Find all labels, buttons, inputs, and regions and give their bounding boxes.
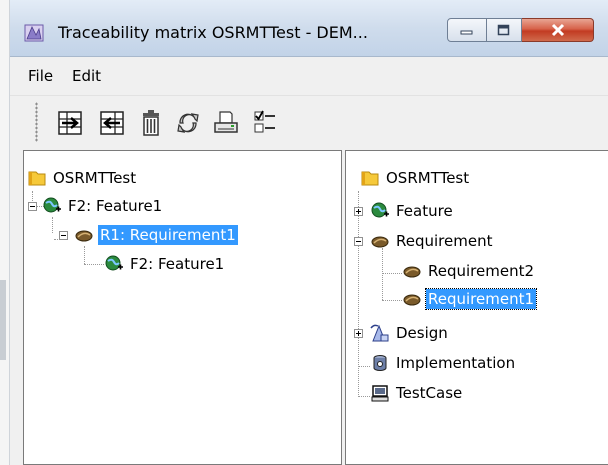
tree-connector	[84, 246, 85, 264]
collapse-toggle[interactable]	[28, 202, 37, 211]
refresh-icon	[177, 113, 199, 133]
tree-item-label: Requirement	[396, 232, 493, 250]
remove-trace-icon	[100, 111, 124, 135]
globe-plus-icon	[371, 202, 389, 218]
tree-item-design[interactable]: Design	[370, 322, 450, 344]
tree-connector	[358, 396, 370, 397]
window-controls	[447, 18, 594, 44]
delete-button[interactable]	[136, 108, 166, 138]
tree-item-label: Requirement1	[424, 288, 538, 310]
trash-icon	[143, 110, 159, 136]
maximize-icon	[497, 24, 510, 36]
tree-connector	[382, 248, 383, 300]
background-window-edge	[0, 0, 10, 465]
tree-item-feature[interactable]: F2: Feature1	[104, 253, 226, 275]
design-icon	[370, 324, 389, 342]
maximize-button[interactable]	[487, 18, 522, 42]
print-button[interactable]	[211, 108, 241, 138]
tree-root[interactable]: OSRMTTest	[360, 167, 471, 189]
tree-root-label: OSRMTTest	[386, 169, 470, 187]
print-icon	[214, 111, 238, 133]
menu-edit[interactable]: Edit	[72, 67, 101, 85]
tree-item-requirement[interactable]: Requirement1	[402, 288, 538, 310]
collapse-toggle[interactable]	[354, 237, 363, 246]
tree-connector	[382, 300, 402, 301]
remove-trace-button[interactable]	[97, 108, 127, 138]
tree-root-label: OSRMTTest	[53, 169, 137, 187]
folder-icon	[361, 171, 379, 186]
tree-item-implementation[interactable]: Implementation	[370, 352, 517, 374]
minimize-icon	[460, 30, 473, 35]
computer-icon	[371, 385, 389, 402]
tree-connector	[84, 264, 104, 265]
add-trace-button[interactable]	[55, 108, 85, 138]
tree-item-label: F2: Feature1	[68, 197, 163, 215]
requirement-icon	[371, 236, 389, 248]
options-button[interactable]	[250, 108, 280, 138]
minimize-button[interactable]	[447, 18, 487, 42]
requirement-icon	[403, 266, 421, 278]
menu-bar: File Edit	[10, 57, 608, 95]
tree-root[interactable]: OSRMTTest	[27, 167, 138, 189]
traceability-window: Traceability matrix OSRMTTest - DEM... F…	[10, 0, 608, 465]
folder-icon	[28, 171, 46, 186]
tree-item-requirement[interactable]: Requirement	[370, 230, 494, 252]
tree-item-testcase[interactable]: TestCase	[370, 382, 464, 404]
expand-toggle[interactable]	[354, 207, 363, 216]
tree-connector	[382, 273, 402, 274]
requirement-icon	[403, 294, 421, 306]
add-trace-icon	[58, 111, 82, 135]
edge-mark	[0, 280, 6, 360]
tree-item-label: Requirement2	[428, 262, 535, 280]
left-tree-pane[interactable]: OSRMTTest F2: Feature1 R1: Requirement1	[23, 150, 342, 465]
tree-connector	[52, 217, 53, 233]
right-tree-pane[interactable]: OSRMTTest Feature Requirement Requiremen…	[345, 150, 608, 465]
close-icon	[551, 23, 564, 37]
toolbar	[10, 95, 608, 150]
expand-toggle[interactable]	[354, 329, 363, 338]
title-bar[interactable]: Traceability matrix OSRMTTest - DEM...	[10, 0, 608, 57]
checklist-icon	[254, 110, 275, 133]
collapse-toggle[interactable]	[59, 231, 68, 240]
tree-item-label: Feature	[396, 202, 453, 220]
window-title: Traceability matrix OSRMTTest - DEM...	[58, 23, 368, 42]
tree-item-label: F2: Feature1	[130, 255, 225, 273]
globe-plus-icon	[105, 255, 123, 271]
tree-item-requirement[interactable]: Requirement2	[402, 260, 536, 282]
tree-item-label: Design	[396, 324, 448, 342]
app-icon	[24, 24, 44, 42]
tree-item-feature[interactable]: Feature	[370, 200, 455, 222]
tree-item-feature[interactable]: F2: Feature1	[42, 195, 164, 217]
close-button[interactable]	[522, 18, 594, 42]
requirement-icon	[75, 230, 93, 242]
tree-item-label: TestCase	[396, 384, 463, 402]
tree-connector	[358, 366, 370, 367]
tree-item-label: R1: Requirement1	[98, 225, 238, 245]
database-icon	[373, 355, 387, 371]
menu-file[interactable]: File	[28, 67, 53, 85]
globe-plus-icon	[43, 197, 61, 213]
refresh-button[interactable]	[173, 108, 203, 138]
tree-item-requirement[interactable]: R1: Requirement1	[74, 224, 238, 246]
tree-item-label: Implementation	[396, 354, 516, 372]
toolbar-grip[interactable]	[35, 102, 38, 142]
